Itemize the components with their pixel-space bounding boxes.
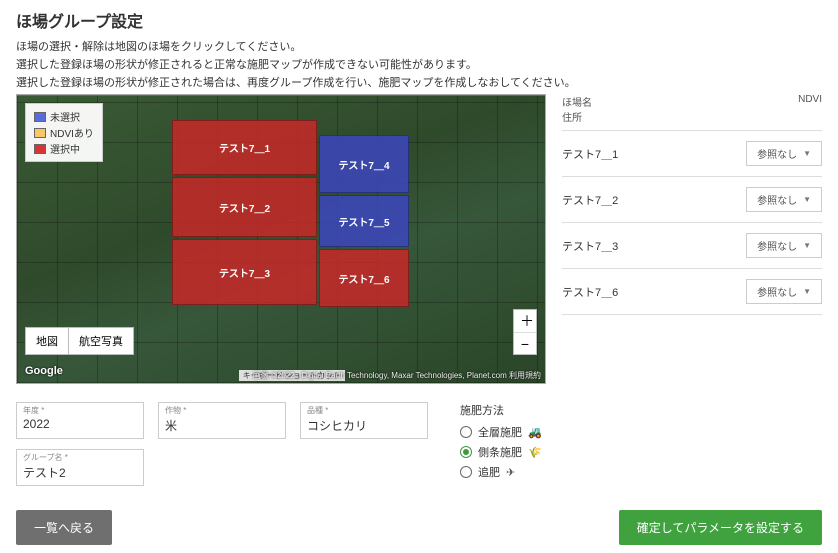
spread-option[interactable]: 側条施肥 🌾 [460,442,542,462]
field-name: テスト7＿6 [562,284,618,300]
map-type-switch[interactable]: 地図 航空写真 [25,327,134,355]
confirm-button[interactable]: 確定してパラメータを設定する [619,510,822,545]
list-item: テスト7＿1 参照なし▼ [562,130,822,177]
radio-icon [460,426,472,438]
spread-option-label: 側条施肥 [478,444,522,460]
spread-option[interactable]: 追肥 ✈ [460,462,542,482]
field-name: テスト7＿1 [562,146,618,162]
group-form: 年度 * 2022 作物 * 米 品種 * コシヒカリ グループ名 * テスト2 [16,402,428,486]
back-button[interactable]: 一覧へ戻る [16,510,112,545]
list-head-ndvi: NDVI [798,94,822,124]
spreading-title: 施肥方法 [460,402,542,418]
field-list-panel: ほ場名 住所 NDVI テスト7＿1参照なし▼テスト7＿2参照なし▼テスト7＿3… [562,94,822,384]
zoom-in-button[interactable]: ＋ [514,310,536,332]
list-head-name: ほ場名 住所 [562,94,592,124]
method-icon: ✈ [506,466,515,479]
spreading-method: 施肥方法 全層施肥 🚜 側条施肥 🌾 追肥 ✈ [460,402,542,486]
chevron-down-icon: ▼ [803,241,811,250]
method-icon: 🚜 [528,426,542,439]
map-attribution: 画像 ©2022 , Digital Earth Technology, Max… [253,370,541,381]
chevron-down-icon: ▼ [803,195,811,204]
spread-option-label: 追肥 [478,464,500,480]
list-item: テスト7＿6 参照なし▼ [562,269,822,315]
chevron-down-icon: ▼ [803,287,811,296]
ndvi-reference-select[interactable]: 参照なし▼ [746,187,822,212]
map-field[interactable]: テスト7＿1 [172,120,317,175]
crop-field[interactable]: 作物 * 米 [158,402,286,439]
map-field[interactable]: テスト7＿5 [319,195,409,247]
radio-icon [460,446,472,458]
map-field[interactable]: テスト7＿2 [172,177,317,237]
zoom-control[interactable]: ＋ − [513,309,537,355]
field-name: テスト7＿3 [562,238,618,254]
google-logo: Google [25,365,63,377]
field-map[interactable]: 未選択 NDVIあり 選択中 テスト7＿1テスト7＿2テスト7＿3テスト7＿4テ… [16,94,546,384]
legend-swatch-unselected [34,112,46,122]
legend-swatch-ndvi [34,128,46,138]
legend-swatch-selected [34,144,46,154]
map-view-button[interactable]: 地図 [25,327,69,355]
spread-option[interactable]: 全層施肥 🚜 [460,422,542,442]
list-item: テスト7＿3 参照なし▼ [562,223,822,269]
group-name-field[interactable]: グループ名 * テスト2 [16,449,144,486]
map-field[interactable]: テスト7＿4 [319,135,409,193]
map-field[interactable]: テスト7＿6 [319,249,409,307]
ndvi-reference-select[interactable]: 参照なし▼ [746,233,822,258]
satellite-view-button[interactable]: 航空写真 [69,327,134,355]
spread-option-label: 全層施肥 [478,424,522,440]
chevron-down-icon: ▼ [803,149,811,158]
ndvi-reference-select[interactable]: 参照なし▼ [746,279,822,304]
zoom-out-button[interactable]: − [514,332,536,354]
map-field[interactable]: テスト7＿3 [172,239,317,305]
radio-icon [460,466,472,478]
year-field[interactable]: 年度 * 2022 [16,402,144,439]
method-icon: 🌾 [528,446,542,459]
variety-field[interactable]: 品種 * コシヒカリ [300,402,428,439]
hint-text: ほ場の選択・解除は地図のほ場をクリックしてください。 選択した登録ほ場の形状が修… [16,38,822,90]
ndvi-reference-select[interactable]: 参照なし▼ [746,141,822,166]
map-legend: 未選択 NDVIあり 選択中 [25,103,103,162]
page-title: ほ場グループ設定 [16,8,822,32]
list-item: テスト7＿2 参照なし▼ [562,177,822,223]
field-name: テスト7＿2 [562,192,618,208]
